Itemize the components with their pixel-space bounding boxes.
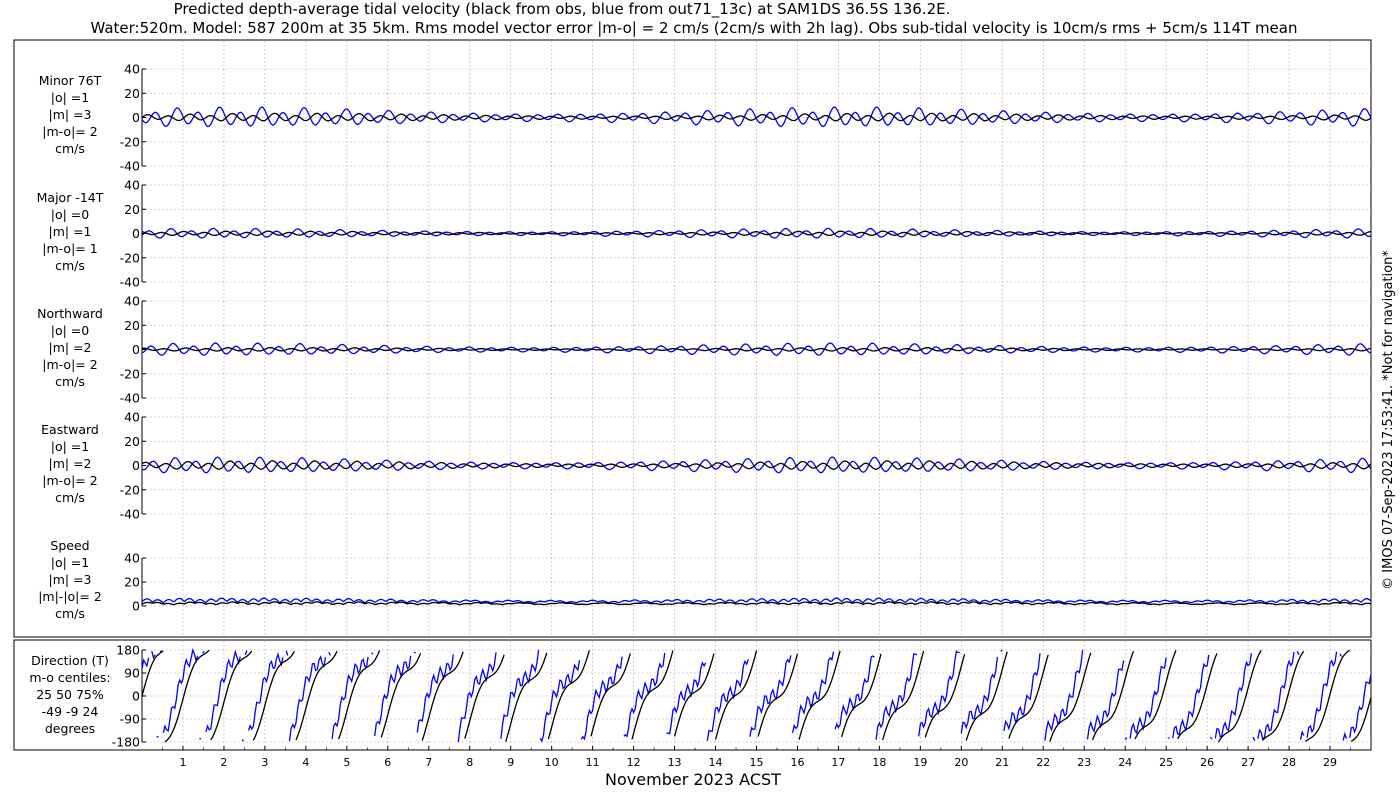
x-tick-label: 17	[831, 756, 845, 769]
y-tick-label: -40	[120, 507, 140, 522]
panel-label-line: |m-o|= 2	[42, 357, 97, 372]
panel-label-line: m-o centiles:	[29, 670, 110, 685]
panel-label-line: degrees	[45, 721, 95, 736]
panel-label-line: |o| =0	[51, 323, 90, 338]
x-tick-label: 24	[1118, 756, 1132, 769]
x-tick-label: 20	[954, 756, 968, 769]
x-tick-label: 5	[343, 756, 350, 769]
y-tick-label: 20	[124, 434, 140, 449]
x-tick-label: 27	[1241, 756, 1255, 769]
panel-label-line: cm/s	[55, 606, 85, 621]
panel-label-line: Minor 76T	[39, 73, 102, 88]
x-tick-label: 10	[545, 756, 559, 769]
x-tick-label: 19	[913, 756, 927, 769]
x-tick-label: 18	[872, 756, 886, 769]
y-tick-label: 0	[132, 458, 140, 473]
y-tick-label: -40	[120, 275, 140, 290]
x-tick-label: 3	[261, 756, 268, 769]
panel-label-line: |o| =1	[51, 439, 89, 454]
panel-label-line: cm/s	[55, 374, 85, 389]
panel-label-line: |o| =0	[51, 207, 90, 222]
x-tick-label: 29	[1323, 756, 1337, 769]
y-tick-label: 20	[124, 202, 140, 217]
panel-label-line: |o| =1	[51, 555, 89, 570]
y-tick-label: -40	[120, 391, 140, 406]
x-tick-label: 15	[750, 756, 764, 769]
y-tick-label: 0	[132, 599, 140, 614]
panel-label-line: |m| =3	[49, 572, 92, 587]
x-tick-label: 26	[1200, 756, 1214, 769]
y-tick-label: 0	[132, 226, 140, 241]
x-tick-label: 7	[425, 756, 432, 769]
panel-label-line: cm/s	[55, 141, 85, 156]
x-tick-label: 4	[302, 756, 309, 769]
copyright-note: © IMOS 07-Sep-2023 17:53:41. *Not for na…	[1381, 250, 1396, 590]
panel-label-line: |o| =1	[51, 90, 89, 105]
panel-label-line: |m| =2	[49, 340, 92, 355]
x-tick-label: 16	[790, 756, 804, 769]
x-tick-label: 28	[1282, 756, 1296, 769]
y-tick-label: 40	[124, 551, 140, 566]
panel-label-line: Direction (T)	[31, 653, 109, 668]
panel-label-line: |m-o|= 2	[42, 124, 97, 139]
x-tick-label: 1	[179, 756, 186, 769]
x-tick-label: 11	[586, 756, 600, 769]
x-tick-label: 25	[1159, 756, 1173, 769]
panel-label-line: cm/s	[55, 258, 85, 273]
y-tick-label: -90	[120, 712, 140, 727]
x-tick-label: 2	[220, 756, 227, 769]
y-tick-label: -180	[112, 735, 140, 750]
panel-label-line: |m-o|= 2	[42, 473, 97, 488]
y-tick-label: -40	[120, 159, 140, 174]
panel-label-line: cm/s	[55, 490, 85, 505]
y-tick-label: 90	[124, 666, 140, 681]
chart-title-line2: Water:520m. Model: 587 200m at 35 5km. R…	[90, 19, 1297, 37]
y-tick-label: 40	[124, 410, 140, 425]
y-tick-label: -20	[120, 134, 140, 149]
x-tick-label: 6	[384, 756, 391, 769]
x-tick-label: 14	[709, 756, 723, 769]
panel-label-line: 25 50 75%	[36, 687, 104, 702]
y-tick-label: 0	[132, 110, 140, 125]
panel-label-line: |m-o|= 1	[42, 241, 97, 256]
panel-label-line: Eastward	[41, 422, 99, 437]
panel-label-line: |m|-|o|= 2	[38, 589, 102, 604]
y-tick-label: 20	[124, 86, 140, 101]
x-tick-label: 9	[507, 756, 514, 769]
y-tick-label: -20	[120, 366, 140, 381]
y-tick-label: 0	[132, 342, 140, 357]
y-tick-label: 0	[132, 689, 140, 704]
x-tick-label: 12	[627, 756, 641, 769]
y-tick-label: 40	[124, 62, 140, 77]
y-tick-label: 180	[116, 643, 140, 658]
x-tick-label: 21	[995, 756, 1009, 769]
y-tick-label: 40	[124, 294, 140, 309]
y-tick-label: 40	[124, 178, 140, 193]
x-axis-label: November 2023 ACST	[605, 770, 781, 789]
x-tick-label: 13	[668, 756, 682, 769]
chart-title-line1: Predicted depth-average tidal velocity (…	[174, 0, 951, 19]
x-tick-label: 8	[466, 756, 473, 769]
y-tick-label: 20	[124, 575, 140, 590]
panel-label-line: -49 -9 24	[42, 704, 99, 719]
y-tick-label: -20	[120, 250, 140, 265]
panel-label-line: |m| =2	[49, 456, 92, 471]
panel-label-line: |m| =1	[49, 224, 92, 239]
y-tick-label: -20	[120, 482, 140, 497]
panel-label-line: Speed	[50, 538, 89, 553]
series-line-model	[1000, 649, 1003, 652]
panel-label-line: Major -14T	[37, 190, 104, 205]
tidal-velocity-figure: Predicted depth-average tidal velocity (…	[0, 0, 1400, 800]
series-line-model	[156, 735, 159, 738]
x-tick-label: 23	[1077, 756, 1091, 769]
panel-label-line: |m| =3	[49, 107, 92, 122]
panel-label-line: Northward	[37, 306, 103, 321]
x-tick-label: 22	[1036, 756, 1050, 769]
y-tick-label: 20	[124, 318, 140, 333]
